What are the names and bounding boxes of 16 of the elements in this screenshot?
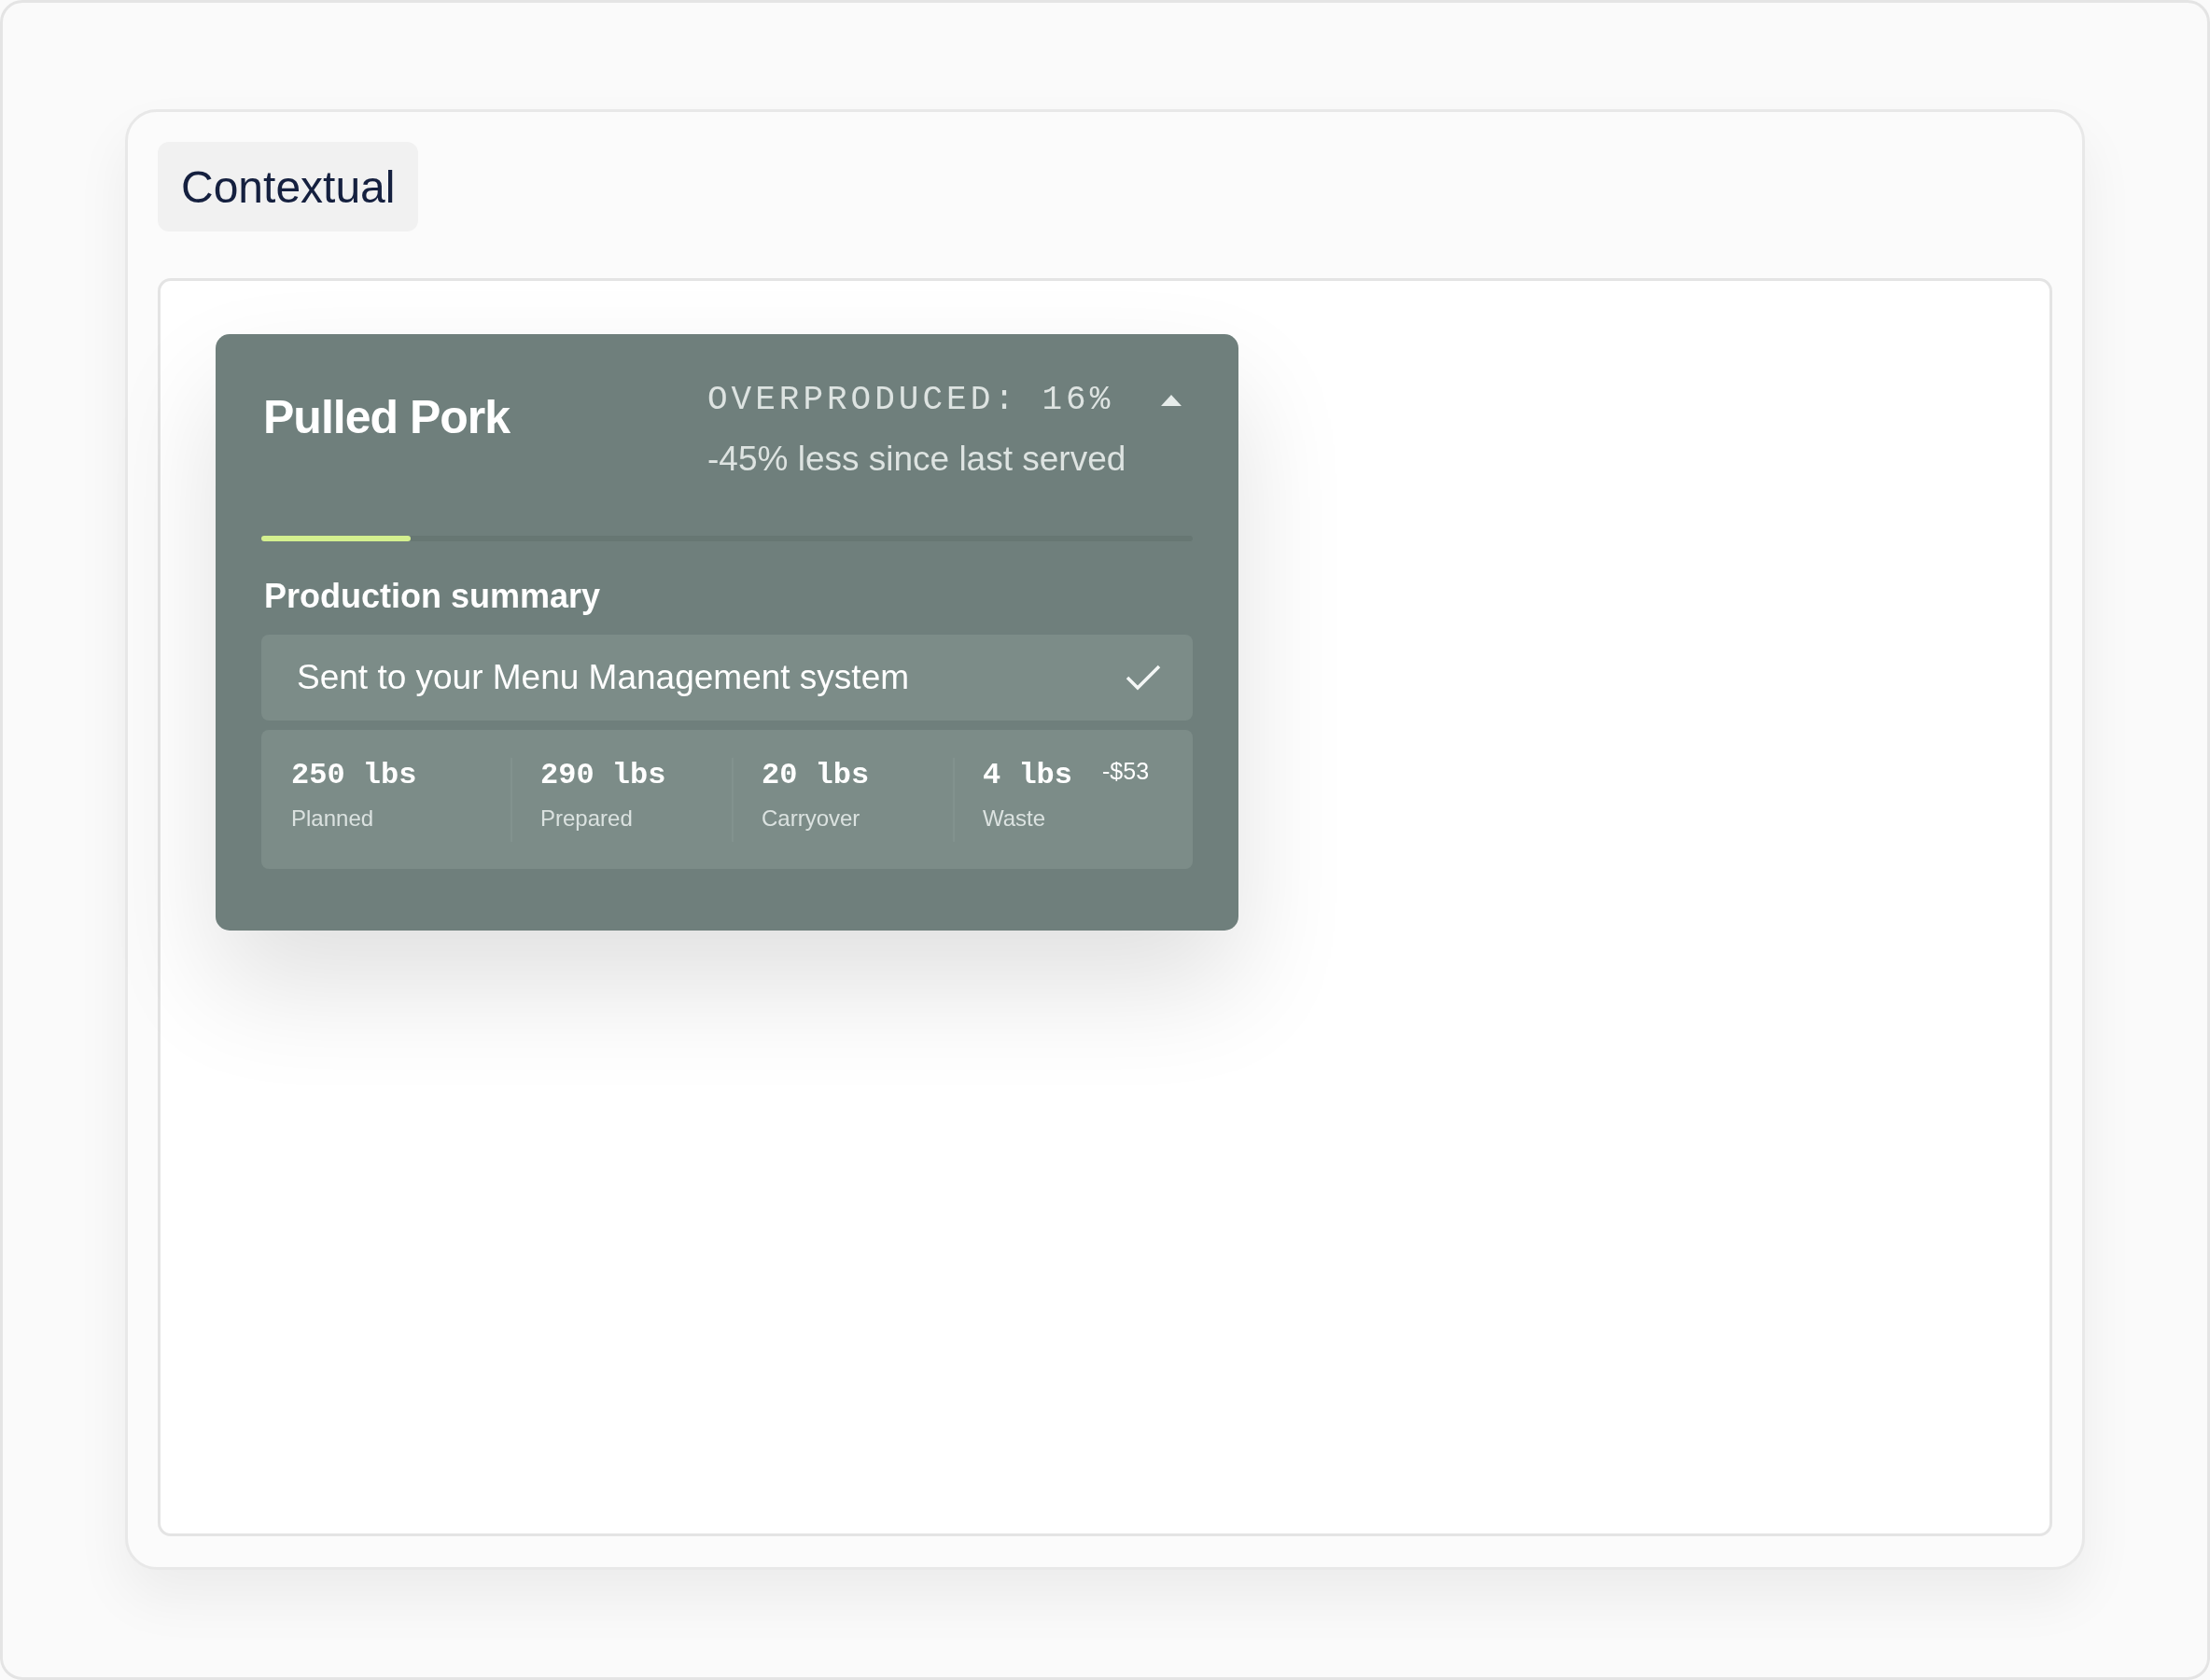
status-text: OVERPRODUCED: 16% bbox=[707, 381, 1114, 419]
stat-value: 4 lbs bbox=[983, 758, 1072, 792]
stat-label: Carryover bbox=[762, 805, 861, 832]
stat-value: 250 lbs bbox=[291, 758, 417, 792]
stat-value: 20 lbs bbox=[762, 758, 870, 792]
stat-label: Waste bbox=[983, 805, 1047, 832]
cost-text: -$53 bbox=[1102, 758, 1150, 785]
collapse-button[interactable] bbox=[1161, 394, 1182, 406]
item-title: Pulled Pork bbox=[262, 390, 511, 445]
change-text: -45% less since last served bbox=[707, 440, 1127, 479]
stat-value: 290 lbs bbox=[540, 758, 666, 792]
section-tag: Contextual bbox=[158, 142, 419, 231]
stat-label: Planned bbox=[291, 805, 375, 832]
stat-label: Prepared bbox=[540, 805, 634, 832]
section-title: Production summary bbox=[264, 577, 602, 616]
notice-text: Sent to your Menu Management system bbox=[297, 658, 910, 697]
